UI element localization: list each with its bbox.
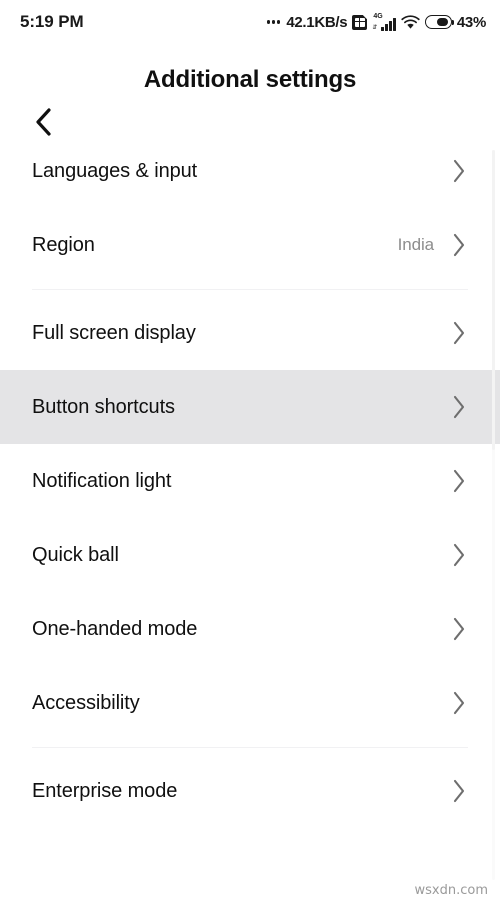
chevron-right-icon xyxy=(448,691,470,715)
status-bar: 5:19 PM 42.1KB/s 4G ⇵ 43% xyxy=(0,0,500,44)
network-type-label: 4G xyxy=(373,12,383,20)
battery-icon xyxy=(424,15,455,29)
phone-screen: 5:19 PM 42.1KB/s 4G ⇵ 43% Additional set… xyxy=(0,0,500,906)
section-divider xyxy=(0,282,500,296)
scrollbar-thumb[interactable] xyxy=(492,150,495,450)
chevron-right-icon xyxy=(448,543,470,567)
list-item-label: Accessibility xyxy=(32,691,140,714)
battery-percent-label: 43% xyxy=(456,13,486,31)
sim-card-icon xyxy=(352,14,368,30)
page-title: Additional settings xyxy=(143,66,357,93)
list-item-label: Button shortcuts xyxy=(32,395,175,418)
list-item[interactable]: Enterprise mode xyxy=(0,754,500,828)
list-item-label: Region xyxy=(32,233,95,256)
list-item[interactable]: Accessibility xyxy=(0,666,500,740)
list-item-label: One-handed mode xyxy=(32,617,198,640)
list-item[interactable]: Quick ball xyxy=(0,518,500,592)
section-divider xyxy=(0,740,500,754)
chevron-right-icon xyxy=(448,779,470,803)
list-item-label: Languages & input xyxy=(32,159,198,182)
list-item-label: Notification light xyxy=(32,469,172,492)
status-bar-clock: 5:19 PM xyxy=(20,12,84,31)
list-item-label: Enterprise mode xyxy=(32,779,178,802)
list-item[interactable]: Languages & input xyxy=(0,134,500,208)
list-item-label: Full screen display xyxy=(32,321,196,344)
chevron-right-icon xyxy=(448,469,470,493)
chevron-right-icon xyxy=(448,617,470,641)
cellular-signal-icon: 4G ⇵ xyxy=(372,12,396,31)
list-item[interactable]: One-handed mode xyxy=(0,592,500,666)
watermark: wsxdn.com xyxy=(414,883,489,898)
network-speed-label: 42.1KB/s xyxy=(286,13,348,31)
notification-dots-icon xyxy=(266,20,281,24)
settings-list: Languages & input Region India Full screen … xyxy=(0,134,500,828)
list-item[interactable]: Region India xyxy=(0,208,500,282)
list-item-label: Quick ball xyxy=(32,543,119,566)
app-bar: Additional settings xyxy=(0,44,500,136)
chevron-right-icon xyxy=(448,159,470,183)
chevron-right-icon xyxy=(448,233,470,257)
status-bar-icons: 42.1KB/s 4G ⇵ 43% xyxy=(266,12,486,31)
list-item-value: India xyxy=(397,235,434,254)
chevron-right-icon xyxy=(448,395,470,419)
chevron-right-icon xyxy=(448,321,470,345)
list-item[interactable]: Notification light xyxy=(0,444,500,518)
list-item[interactable]: Button shortcuts xyxy=(0,370,500,444)
wifi-icon xyxy=(401,14,420,30)
list-item[interactable]: Full screen display xyxy=(0,296,500,370)
